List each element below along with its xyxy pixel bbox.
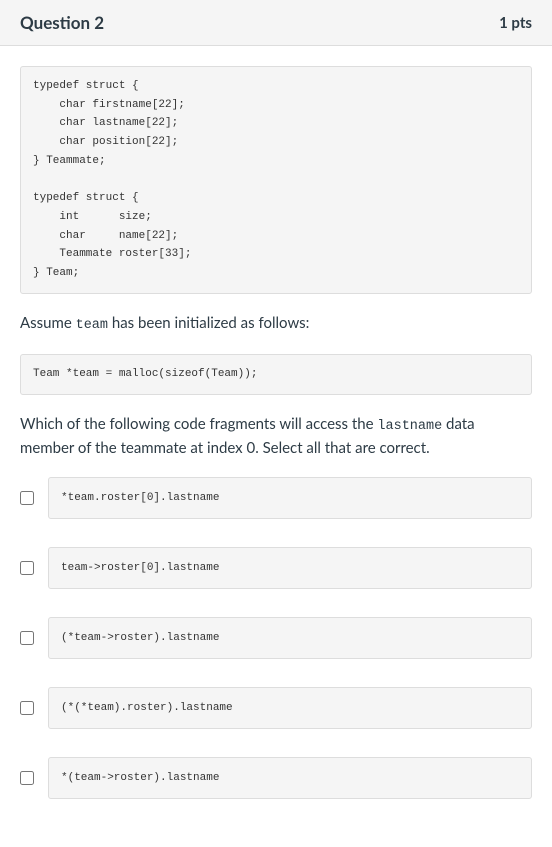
prose-assume: Assume team has been initialized as foll… (20, 312, 532, 336)
inline-code-lastname: lastname (377, 419, 442, 434)
code-block-malloc: Team *team = malloc(sizeof(Team)); (20, 354, 532, 395)
answer-checkbox[interactable] (20, 631, 34, 645)
answers-list: *team.roster[0].lastname team->roster[0]… (20, 477, 532, 799)
prose-question: Which of the following code fragments wi… (20, 413, 532, 460)
answer-code: team->roster[0].lastname (48, 547, 532, 589)
question-header: Question 2 1 pts (0, 0, 552, 46)
answer-code: (*team->roster).lastname (48, 617, 532, 659)
prose-text: Assume (20, 314, 76, 332)
answer-row: *(team->roster).lastname (20, 757, 532, 799)
answer-row: (*(*team).roster).lastname (20, 687, 532, 729)
question-body: typedef struct { char firstname[22]; cha… (0, 46, 552, 847)
prose-text: Which of the following code fragments wi… (20, 415, 377, 433)
answer-checkbox[interactable] (20, 771, 34, 785)
answer-checkbox[interactable] (20, 701, 34, 715)
answer-checkbox[interactable] (20, 491, 34, 505)
answer-row: (*team->roster).lastname (20, 617, 532, 659)
question-points: 1 pts (499, 14, 532, 32)
prose-text: has been initialized as follows: (108, 314, 309, 332)
code-block-struct: typedef struct { char firstname[22]; cha… (20, 66, 532, 294)
answer-checkbox[interactable] (20, 561, 34, 575)
answer-code: *(team->roster).lastname (48, 757, 532, 799)
answer-code: (*(*team).roster).lastname (48, 687, 532, 729)
question-title: Question 2 (20, 12, 104, 33)
answer-code: *team.roster[0].lastname (48, 477, 532, 519)
answer-row: *team.roster[0].lastname (20, 477, 532, 519)
inline-code-team: team (76, 318, 108, 333)
answer-row: team->roster[0].lastname (20, 547, 532, 589)
